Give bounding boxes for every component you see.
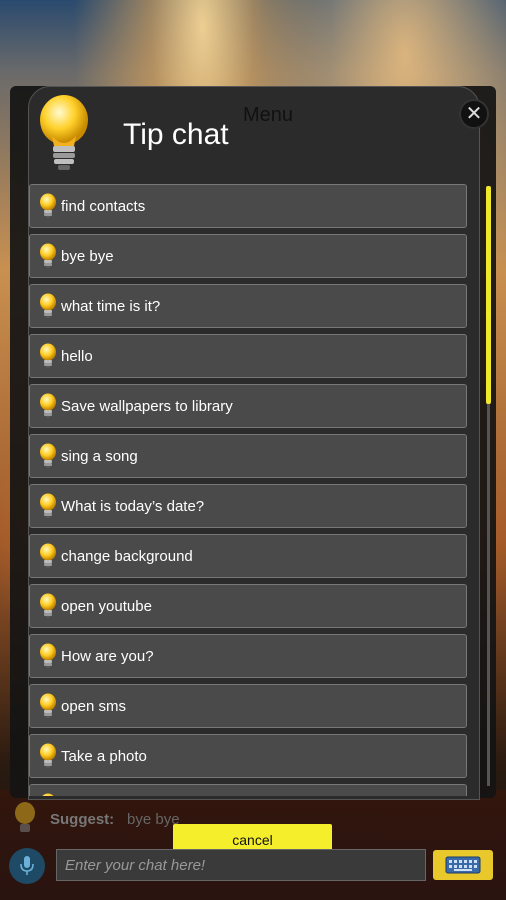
tip-list[interactable]: find contacts bye bye what time is it? hell… — [29, 184, 469, 796]
suggest-label: Suggest: — [50, 811, 115, 828]
lightbulb-icon — [40, 343, 56, 368]
chat-input[interactable] — [56, 849, 426, 881]
suggest-value[interactable]: bye bye — [127, 811, 180, 828]
close-icon: ✕ — [465, 103, 483, 125]
list-item-label: hello — [61, 347, 93, 365]
lightbulb-icon — [40, 593, 56, 618]
list-item[interactable]: How are you? — [29, 634, 467, 678]
list-item[interactable]: open sms — [29, 684, 467, 728]
mic-button[interactable] — [9, 848, 45, 884]
list-item-label: open youtube — [61, 597, 152, 615]
list-item[interactable] — [29, 784, 467, 796]
close-button[interactable]: ✕ — [459, 99, 489, 129]
lightbulb-icon — [40, 243, 56, 268]
menu-label[interactable]: Menu — [243, 104, 293, 127]
keyboard-icon — [445, 856, 481, 874]
list-item-label: How are you? — [61, 647, 154, 665]
lightbulb-icon — [40, 493, 56, 518]
lightbulb-icon — [40, 95, 88, 170]
suggest-lightbulb-icon — [15, 802, 35, 832]
list-item[interactable]: change background — [29, 534, 467, 578]
list-item-label: change background — [61, 547, 193, 565]
list-item-label: open sms — [61, 697, 127, 715]
list-item[interactable]: find contacts — [29, 184, 467, 228]
list-item-label: What is today’s date? — [61, 497, 205, 515]
list-item-label: bye bye — [61, 247, 114, 265]
lightbulb-icon — [40, 743, 56, 768]
list-item-label: Take a photo — [61, 747, 147, 765]
tip-chat-dialog: Tip chat Menu ✕ find contacts bye bye what… — [10, 86, 496, 800]
list-item-label: Save wallpapers to library — [61, 397, 233, 415]
lightbulb-icon — [40, 393, 56, 418]
microphone-icon — [20, 856, 34, 875]
list-item[interactable]: sing a song — [29, 434, 467, 478]
list-item-label: what time is it? — [61, 297, 161, 315]
list-item[interactable]: bye bye — [29, 234, 467, 278]
lightbulb-icon — [40, 193, 56, 218]
list-item[interactable]: what time is it? — [29, 284, 467, 328]
list-item-label: find contacts — [61, 197, 146, 215]
list-item-label: sing a song — [61, 447, 138, 465]
dialog-title: Tip chat — [123, 118, 229, 151]
keyboard-button[interactable] — [433, 850, 493, 880]
list-item[interactable]: What is today’s date? — [29, 484, 467, 528]
list-item[interactable]: Take a photo — [29, 734, 467, 778]
lightbulb-icon — [40, 643, 56, 668]
lightbulb-icon — [40, 693, 56, 718]
lightbulb-icon — [40, 543, 56, 568]
list-item[interactable]: open youtube — [29, 584, 467, 628]
scrollbar-thumb[interactable] — [486, 186, 491, 404]
list-item[interactable]: hello — [29, 334, 467, 378]
lightbulb-icon — [42, 793, 54, 796]
lightbulb-icon — [40, 293, 56, 318]
list-item[interactable]: Save wallpapers to library — [29, 384, 467, 428]
lightbulb-icon — [40, 443, 56, 468]
